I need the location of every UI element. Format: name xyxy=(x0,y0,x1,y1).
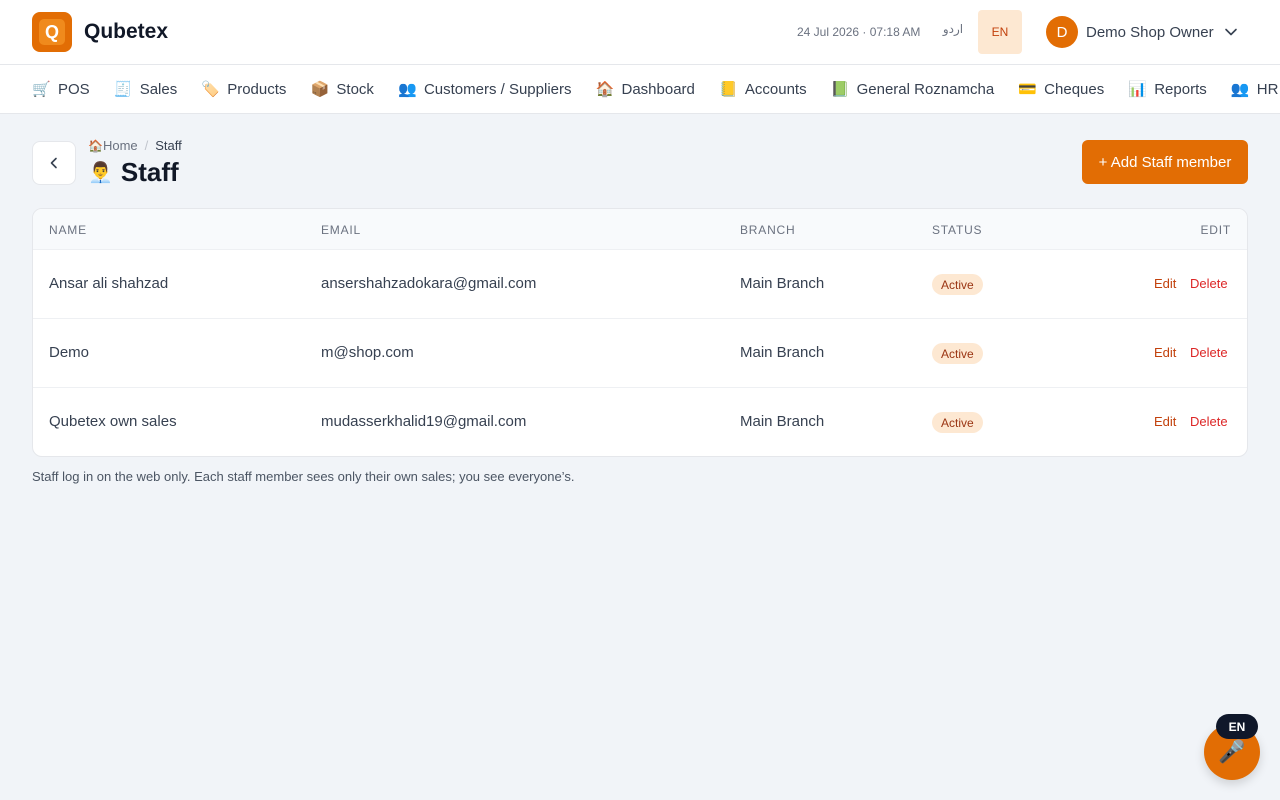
logo-letter: Q xyxy=(39,19,65,45)
nav-item-label: HR xyxy=(1256,80,1279,98)
status-badge: Active xyxy=(932,274,983,295)
language-english-button[interactable]: EN xyxy=(978,10,1022,54)
edit-button[interactable]: Edit xyxy=(1154,414,1176,429)
edit-button[interactable]: Edit xyxy=(1154,345,1176,360)
language-urdu-button[interactable]: اردو xyxy=(938,22,968,36)
receipt-icon: 🧾 xyxy=(113,81,133,98)
main-nav: 🛒 POS 🧾 Sales 🏷️ Products 📦 Stock 👥 Customers / S… xyxy=(0,65,1280,114)
breadcrumb-separator: / xyxy=(144,138,149,153)
nav-item-general-roznamcha[interactable]: 📗 General Roznamcha xyxy=(830,80,995,99)
staff-branch: Main Branch xyxy=(740,344,825,361)
breadcrumb: 🏠 Home / Staff xyxy=(88,138,182,153)
chevron-down-icon xyxy=(1224,28,1237,36)
nav-item-accounts[interactable]: 📒 Accounts xyxy=(719,80,807,99)
top-header: Q Qubetex 24 Jul 2026 · 07:18 AM اردو EN… xyxy=(0,0,1280,65)
nav-item-customers-suppliers[interactable]: 👥 Customers / Suppliers xyxy=(398,80,572,99)
card-icon: 💳 xyxy=(1018,81,1038,98)
brand-name[interactable]: Qubetex xyxy=(84,20,168,44)
nav-item-label: Dashboard xyxy=(621,80,695,98)
delete-button[interactable]: Delete xyxy=(1190,276,1228,291)
staff-person-icon: 👨‍💼 xyxy=(88,162,113,184)
status-badge: Active xyxy=(932,412,983,433)
column-header-status: STATUS xyxy=(932,223,983,237)
staff-name: Ansar ali shahzad xyxy=(49,275,169,292)
nav-item-label: Cheques xyxy=(1044,80,1105,98)
delete-button[interactable]: Delete xyxy=(1190,414,1228,429)
nav-item-pos[interactable]: 🛒 POS xyxy=(32,80,90,99)
nav-item-label: Accounts xyxy=(744,80,807,98)
nav-item-stock[interactable]: 📦 Stock xyxy=(310,80,374,99)
nav-item-hr[interactable]: 👥 HR xyxy=(1230,80,1279,99)
breadcrumb-current: Staff xyxy=(155,138,182,153)
nav-item-dashboard[interactable]: 🏠 Dashboard xyxy=(595,80,695,99)
brand-logo[interactable]: Q xyxy=(32,12,72,52)
avatar: D xyxy=(1046,16,1078,48)
house-icon: 🏠 xyxy=(88,138,103,153)
column-header-edit: EDIT xyxy=(1200,223,1231,237)
table-header: NAME EMAIL BRANCH STATUS EDIT xyxy=(33,209,1247,250)
breadcrumb-home[interactable]: Home xyxy=(103,138,138,153)
staff-branch: Main Branch xyxy=(740,275,825,292)
nav-item-label: Sales xyxy=(139,80,178,98)
column-header-email: EMAIL xyxy=(321,223,362,237)
status-badge: Active xyxy=(932,343,983,364)
nav-item-reports[interactable]: 📊 Reports xyxy=(1128,80,1207,99)
nav-item-label: Products xyxy=(227,80,287,98)
page-title: 👨‍💼 Staff xyxy=(88,157,179,188)
edit-button[interactable]: Edit xyxy=(1154,276,1176,291)
nav-item-label: Stock xyxy=(336,80,374,98)
staff-email: m@shop.com xyxy=(321,344,414,361)
cart-icon: 🛒 xyxy=(32,81,51,98)
nav-item-products[interactable]: 🏷️ Products xyxy=(201,80,287,99)
ledger-icon: 📒 xyxy=(719,81,738,98)
add-staff-button[interactable]: + Add Staff member xyxy=(1082,140,1248,184)
staff-name: Qubetex own sales xyxy=(49,413,177,430)
nav-item-label: Customers / Suppliers xyxy=(423,80,572,98)
delete-button[interactable]: Delete xyxy=(1190,345,1228,360)
nav-item-sales[interactable]: 🧾 Sales xyxy=(113,80,178,99)
house-icon: 🏠 xyxy=(595,81,615,98)
table-row: Demo m@shop.com Main Branch Active Edit Delet… xyxy=(33,319,1247,388)
microphone-icon: 🎤 xyxy=(1218,739,1246,764)
staff-branch: Main Branch xyxy=(740,413,825,430)
staff-name: Demo xyxy=(49,344,90,361)
staff-table: NAME EMAIL BRANCH STATUS EDIT Ansar ali … xyxy=(32,208,1248,457)
column-header-name: NAME xyxy=(49,223,87,237)
staff-email: ansershahzadokara@gmail.com xyxy=(321,275,537,292)
user-menu[interactable]: D Demo Shop Owner xyxy=(1046,16,1238,48)
people-icon: 👥 xyxy=(1230,81,1250,98)
current-datetime: 24 Jul 2026 · 07:18 AM xyxy=(797,25,921,39)
tag-icon: 🏷️ xyxy=(201,81,221,98)
column-header-branch: BRANCH xyxy=(740,223,796,237)
table-body: Ansar ali shahzad ansershahzadokara@gmail… xyxy=(33,250,1247,456)
nav-item-cheques[interactable]: 💳 Cheques xyxy=(1018,80,1105,99)
user-name: Demo Shop Owner xyxy=(1086,23,1214,41)
page-title-text: Staff xyxy=(120,157,179,187)
voice-language-badge[interactable]: EN xyxy=(1216,714,1258,739)
back-button[interactable] xyxy=(32,141,76,185)
bar-chart-icon: 📊 xyxy=(1128,81,1148,98)
chevron-left-icon xyxy=(50,157,57,169)
table-row: Ansar ali shahzad ansershahzadokara@gmail… xyxy=(33,250,1247,319)
nav-item-label: Reports xyxy=(1154,80,1207,98)
nav-item-label: General Roznamcha xyxy=(856,80,995,98)
staff-footnote: Staff log in on the web only. Each staff… xyxy=(32,469,575,484)
green-book-icon: 📗 xyxy=(830,81,850,98)
staff-email: mudasserkhalid19@gmail.com xyxy=(321,413,527,430)
people-icon: 👥 xyxy=(398,81,417,98)
table-row: Qubetex own sales mudasserkhalid19@gmail.… xyxy=(33,388,1247,456)
package-icon: 📦 xyxy=(310,81,330,98)
nav-item-label: POS xyxy=(58,80,90,98)
